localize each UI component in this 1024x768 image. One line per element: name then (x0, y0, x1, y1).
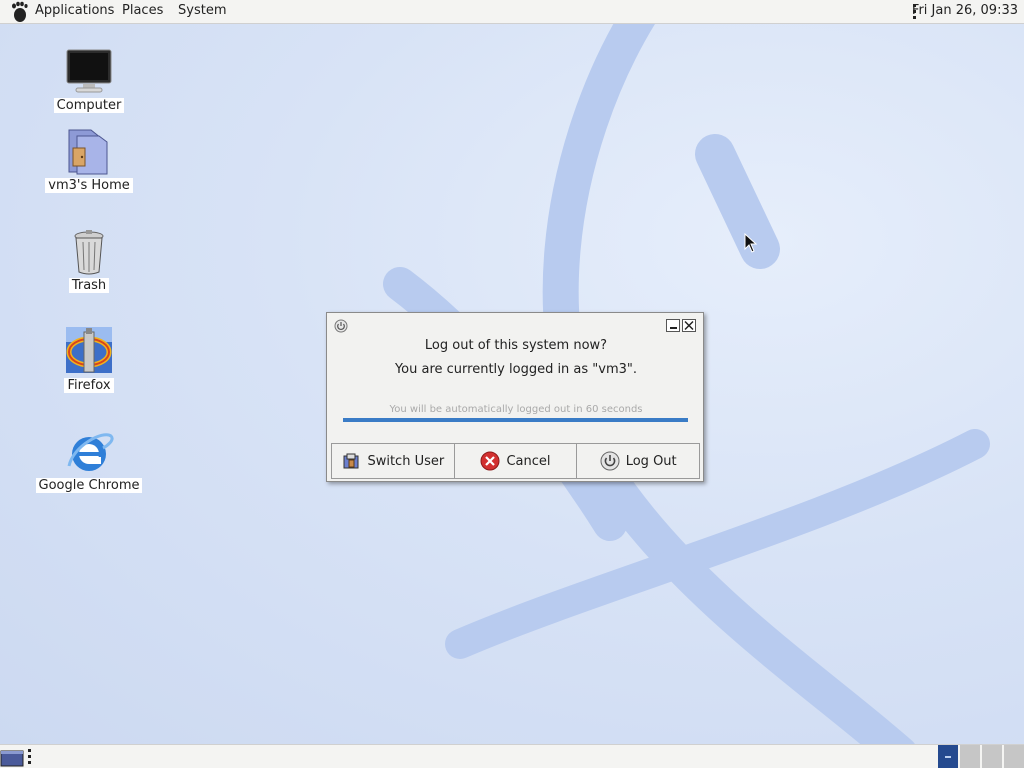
minimize-button[interactable] (666, 319, 680, 332)
show-desktop-icon[interactable] (0, 749, 24, 767)
desktop-icon-firefox[interactable]: Firefox (34, 326, 144, 393)
dialog-title: Log out of this system now? (424, 338, 608, 353)
menu-system[interactable]: System (178, 3, 226, 18)
power-icon (600, 451, 620, 471)
desktop-icon-label: vm3's Home (45, 178, 133, 193)
cancel-icon (480, 451, 500, 471)
top-panel: Applications Places System Fri Jan 26, 0… (0, 0, 1024, 24)
auto-logout-progress-bar (343, 418, 688, 422)
workspace-4[interactable] (1003, 745, 1024, 768)
dialog-button-row: Switch User Cancel Log Out (331, 443, 700, 479)
workspace-1[interactable] (937, 745, 958, 768)
clock[interactable]: Fri Jan 26, 09:33 (912, 3, 1018, 18)
menu-places[interactable]: Places (122, 3, 163, 18)
internet-explorer-icon (63, 426, 115, 478)
power-icon (334, 319, 348, 333)
progress-fill (343, 418, 688, 422)
switch-user-icon (341, 451, 361, 471)
home-folder-icon (63, 126, 115, 178)
log-out-button[interactable]: Log Out (577, 444, 699, 478)
desktop-icon-label: Trash (68, 278, 110, 293)
log-out-label: Log Out (625, 453, 677, 469)
desktop-icon-computer[interactable]: Computer (34, 46, 144, 113)
desktop-icon-google-chrome[interactable]: Google Chrome (34, 426, 144, 493)
desktop-icon-trash[interactable]: Trash (34, 226, 144, 293)
gnome-foot-icon[interactable] (8, 1, 30, 23)
close-icon (684, 320, 694, 331)
desktop-icon-label: Google Chrome (35, 478, 143, 493)
dialog-subtitle: You are currently logged in as "vm3". (394, 362, 638, 377)
panel-drag-handle[interactable] (28, 749, 31, 765)
mouse-pointer-icon (744, 233, 758, 253)
trash-can-icon (63, 226, 115, 278)
workspace-3[interactable] (981, 745, 1002, 768)
switch-user-label: Switch User (367, 453, 445, 469)
auto-logout-text: You will be automatically logged out in … (389, 404, 643, 415)
cancel-button[interactable]: Cancel (455, 444, 578, 478)
bottom-panel (0, 744, 1024, 768)
logout-dialog: Log out of this system now? You are curr… (326, 312, 704, 482)
desktop-icon-home[interactable]: vm3's Home (34, 126, 144, 193)
desktop-icon-label: Firefox (64, 378, 114, 393)
menu-applications[interactable]: Applications (35, 3, 114, 18)
close-button[interactable] (682, 319, 696, 332)
desktop-icon-label: Computer (53, 98, 125, 113)
workspace-2[interactable] (959, 745, 980, 768)
switch-user-button[interactable]: Switch User (332, 444, 455, 478)
firefox-icon (63, 326, 115, 378)
computer-monitor-icon (63, 46, 115, 98)
cancel-label: Cancel (506, 453, 551, 469)
